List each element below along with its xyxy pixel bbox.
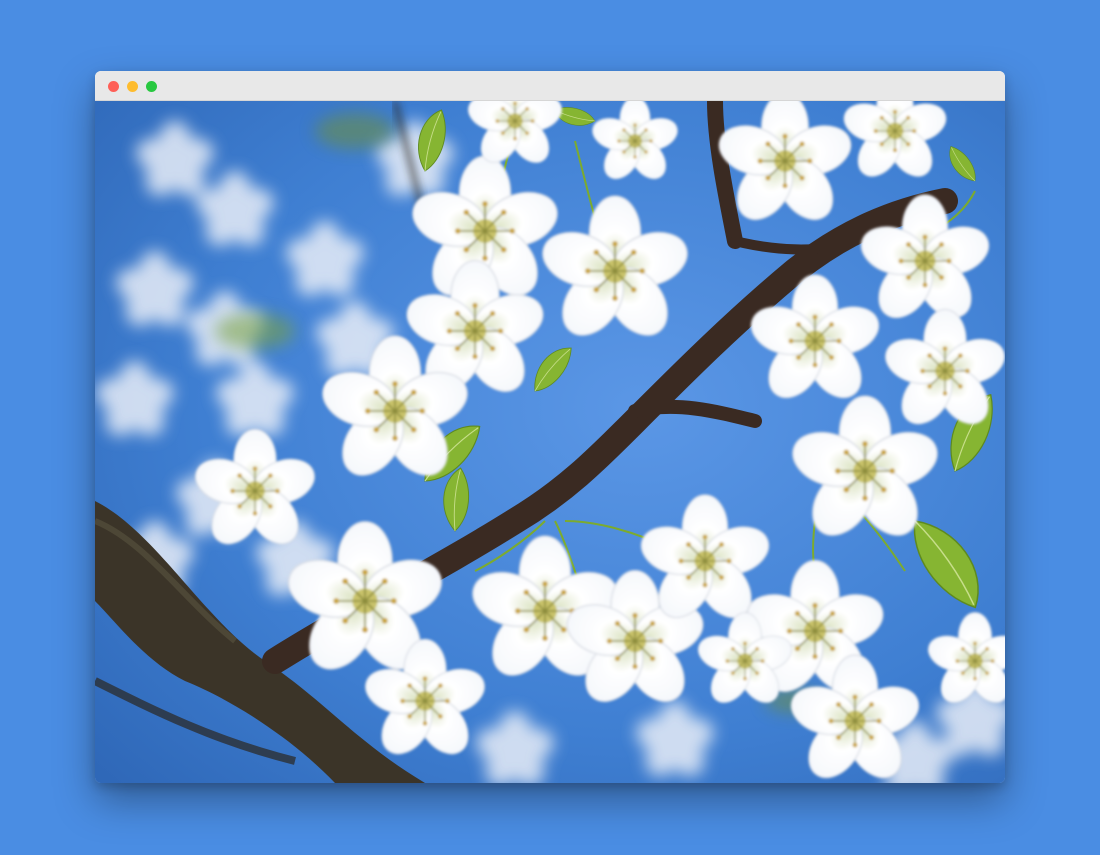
browser-window xyxy=(95,71,1005,783)
cherry-blossom-photo xyxy=(95,101,1005,783)
window-titlebar xyxy=(95,71,1005,101)
photo-viewport xyxy=(95,101,1005,783)
close-window-button[interactable] xyxy=(108,81,119,92)
minimize-window-button[interactable] xyxy=(127,81,138,92)
maximize-window-button[interactable] xyxy=(146,81,157,92)
